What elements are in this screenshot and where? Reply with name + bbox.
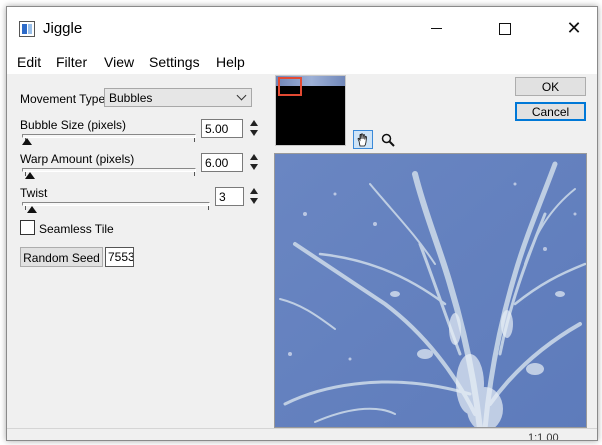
menu-edit[interactable]: Edit bbox=[17, 54, 41, 70]
preview-image[interactable] bbox=[274, 153, 587, 428]
chevron-down-icon bbox=[236, 90, 247, 101]
menu-settings[interactable]: Settings bbox=[149, 54, 200, 70]
navigator-thumbnail[interactable] bbox=[275, 75, 346, 146]
warp-amount-slider-ticks bbox=[25, 172, 195, 176]
movement-type-label: Movement Type: bbox=[20, 92, 109, 106]
twist-slider-ticks bbox=[25, 206, 209, 210]
hand-tool-button[interactable] bbox=[353, 130, 373, 149]
warp-amount-slider-thumb[interactable] bbox=[25, 172, 35, 179]
window-title: Jiggle bbox=[43, 20, 83, 37]
menu-help[interactable]: Help bbox=[216, 54, 245, 70]
hand-icon bbox=[357, 132, 367, 146]
warp-amount-label: Warp Amount (pixels) bbox=[20, 152, 135, 166]
warp-amount-spinner[interactable] bbox=[248, 153, 261, 172]
bubble-size-input[interactable]: 5.00 bbox=[201, 119, 243, 138]
status-text: 1:1 00 bbox=[528, 432, 559, 441]
twist-slider-thumb[interactable] bbox=[27, 206, 37, 213]
title-bar: Jiggle ✕ bbox=[7, 7, 597, 50]
minimize-button[interactable] bbox=[413, 7, 459, 50]
seamless-tile-checkbox[interactable] bbox=[20, 220, 35, 235]
maximize-button[interactable] bbox=[482, 7, 528, 50]
spin-up-icon[interactable] bbox=[250, 188, 258, 194]
seamless-tile-label: Seamless Tile bbox=[39, 222, 114, 236]
random-seed-input[interactable]: 7553 bbox=[105, 247, 134, 267]
spin-up-icon[interactable] bbox=[250, 120, 258, 126]
menu-filter[interactable]: Filter bbox=[56, 54, 87, 70]
spin-down-icon[interactable] bbox=[250, 198, 258, 204]
spin-down-icon[interactable] bbox=[250, 164, 258, 170]
close-button[interactable]: ✕ bbox=[551, 7, 597, 50]
app-icon bbox=[19, 21, 35, 37]
twist-spinner[interactable] bbox=[248, 187, 261, 206]
spin-down-icon[interactable] bbox=[250, 130, 258, 136]
bubble-size-slider-thumb[interactable] bbox=[22, 138, 32, 145]
cancel-button[interactable]: Cancel bbox=[515, 102, 586, 121]
jiggle-dialog: Jiggle ✕ Edit Filter View Settings Help … bbox=[6, 6, 598, 441]
movement-type-select[interactable]: Bubbles bbox=[104, 88, 252, 107]
twist-label: Twist bbox=[20, 186, 48, 200]
warp-amount-input[interactable]: 6.00 bbox=[201, 153, 243, 172]
bubble-size-spinner[interactable] bbox=[248, 119, 261, 138]
preview-vertical-scrollbar[interactable] bbox=[587, 153, 597, 428]
zoom-tool-button[interactable] bbox=[378, 130, 398, 149]
splash-preview-artwork bbox=[275, 154, 586, 427]
bubble-size-label: Bubble Size (pixels) bbox=[20, 118, 127, 132]
random-seed-button[interactable]: Random Seed bbox=[20, 247, 103, 267]
twist-input[interactable]: 3 bbox=[215, 187, 244, 206]
navigator-view-rectangle[interactable] bbox=[278, 77, 302, 96]
menu-bar: Edit Filter View Settings Help bbox=[7, 50, 597, 74]
menu-view[interactable]: View bbox=[104, 54, 134, 70]
movement-type-value: Bubbles bbox=[109, 91, 153, 105]
bubble-size-slider-ticks bbox=[25, 138, 195, 142]
status-bar: 1:1 00 bbox=[7, 428, 597, 441]
ok-button[interactable]: OK bbox=[515, 77, 586, 96]
spin-up-icon[interactable] bbox=[250, 154, 258, 160]
magnifier-icon bbox=[381, 133, 395, 147]
